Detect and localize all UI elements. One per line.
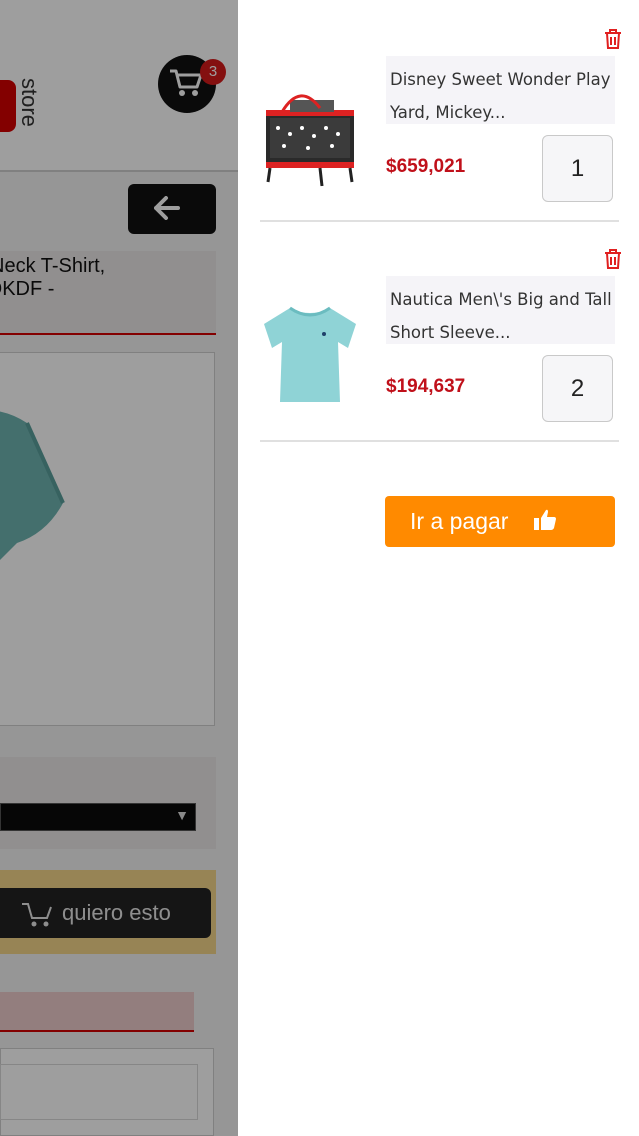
item-price: $659,021 — [386, 156, 466, 177]
cart-drawer: Disney Sweet Wonder Play Yard, Mickey...… — [238, 0, 639, 1136]
trash-icon[interactable] — [603, 248, 623, 270]
thumbs-up-icon — [533, 508, 557, 537]
item-name-box: Nautica Men\'s Big and Tall Short Sleeve… — [386, 276, 615, 344]
dim-overlay[interactable] — [0, 0, 238, 1136]
trash-icon[interactable] — [603, 28, 623, 50]
item-name[interactable]: Disney Sweet Wonder Play Yard, Mickey... — [390, 63, 611, 129]
product-page-background: store 3 w Neck T-Shirt, MQKDF - — [0, 0, 238, 1136]
quantity-input[interactable]: 1 — [542, 135, 613, 202]
item-price: $194,637 — [386, 376, 466, 397]
item-name-line: Short Sleeve... — [390, 323, 511, 342]
item-name[interactable]: Nautica Men\'s Big and Tall Short Sleeve… — [390, 283, 612, 349]
item-name-line: Nautica Men\'s Big and Tall — [390, 290, 612, 309]
tshirt-image — [260, 298, 360, 408]
item-name-box: Disney Sweet Wonder Play Yard, Mickey... — [386, 56, 615, 124]
item-name-line: Disney Sweet Wonder Play — [390, 70, 611, 89]
cart-item: Nautica Men\'s Big and Tall Short Sleeve… — [260, 220, 621, 442]
item-name-line: Yard, Mickey... — [390, 103, 506, 122]
checkout-label: Ir a pagar — [410, 508, 509, 534]
cart-item: Disney Sweet Wonder Play Yard, Mickey...… — [260, 0, 621, 222]
quantity-input[interactable]: 2 — [542, 355, 613, 422]
play-yard-image — [260, 78, 360, 188]
checkout-button[interactable]: Ir a pagar — [385, 496, 615, 547]
